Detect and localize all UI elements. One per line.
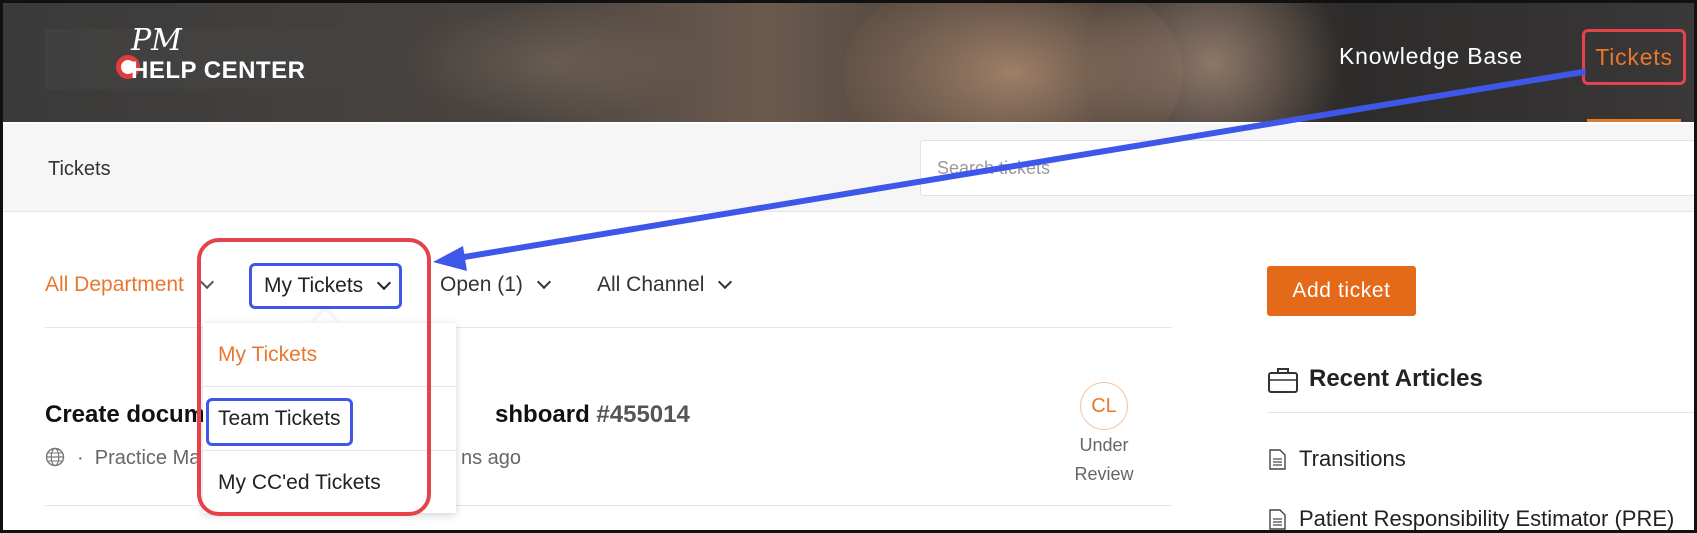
channel-filter-label: All Channel <box>597 273 705 296</box>
view-filter-label: My Tickets <box>264 274 364 297</box>
assignee-avatar: CL <box>1080 382 1128 430</box>
chevron-down-icon <box>377 275 392 291</box>
sub-header: Tickets <box>3 124 1694 212</box>
globe-icon <box>45 447 65 467</box>
view-filter[interactable]: My Tickets <box>249 263 402 309</box>
article-link[interactable]: Patient Responsibility Estimator (PRE) <box>1299 506 1674 530</box>
search-input[interactable] <box>920 140 1694 196</box>
nav-knowledge-base[interactable]: Knowledge Base <box>1339 43 1523 70</box>
document-icon <box>1269 509 1286 530</box>
banner-photo-highlight <box>1083 3 1343 122</box>
ticket-department-text: Practice Ma <box>94 447 201 469</box>
separator-dot: · <box>77 447 95 469</box>
page: PM HELP CENTER Knowledge Base Tickets Ti… <box>0 0 1697 533</box>
chevron-down-icon <box>199 274 214 290</box>
annotation-highlight-team-tickets <box>206 398 353 446</box>
logo-monogram: PM <box>131 23 182 58</box>
department-filter-label: All Department <box>45 273 184 296</box>
add-ticket-button[interactable]: Add ticket <box>1267 266 1416 316</box>
article-link[interactable]: Transitions <box>1299 446 1406 472</box>
nav-tickets[interactable]: Tickets <box>1582 29 1686 85</box>
status-filter[interactable]: Open (1) <box>440 273 551 297</box>
breadcrumb: Tickets <box>48 158 111 180</box>
recent-articles-heading: Recent Articles <box>1309 365 1483 392</box>
status-filter-label: Open (1) <box>440 273 523 296</box>
menu-item-my-cced-tickets[interactable]: My CC'ed Tickets <box>203 451 456 515</box>
document-icon <box>1269 449 1286 470</box>
briefcase-icon <box>1268 368 1298 393</box>
ticket-department: · Practice Ma <box>77 447 200 470</box>
department-filter[interactable]: All Department <box>45 273 214 297</box>
menu-item-my-tickets[interactable]: My Tickets <box>203 323 456 387</box>
logo-text[interactable]: HELP CENTER <box>131 57 305 85</box>
nav-active-indicator <box>1587 119 1681 122</box>
ticket-title-text: Create docum <box>45 401 206 428</box>
ticket-title-text-end: shboard <box>495 401 590 428</box>
divider <box>1267 412 1694 413</box>
chevron-down-icon <box>718 274 733 290</box>
chevron-down-icon <box>536 274 551 290</box>
status-badge: Under Review <box>1064 431 1144 489</box>
status-line-2: Review <box>1074 464 1134 484</box>
banner-photo-area <box>403 3 703 122</box>
channel-filter[interactable]: All Channel <box>597 273 733 297</box>
status-line-1: Under <box>1079 435 1129 455</box>
ticket-time: ns ago <box>461 447 522 469</box>
ticket-number: #455014 <box>596 401 690 428</box>
